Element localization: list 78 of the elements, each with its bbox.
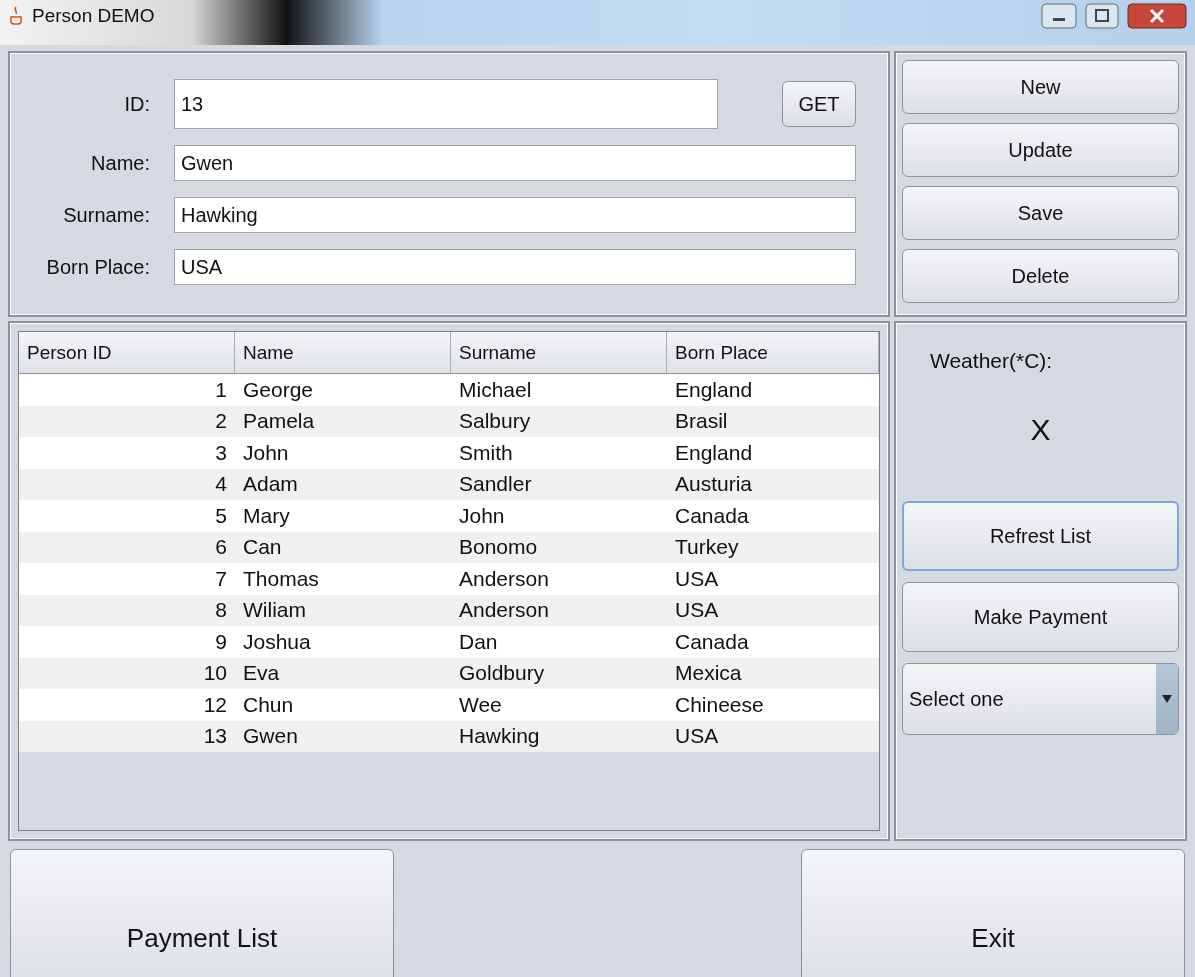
table-cell: Bonomo	[451, 531, 667, 563]
action-button[interactable]: New	[902, 60, 1179, 114]
table-cell: 6	[19, 531, 235, 563]
table-cell: 5	[19, 500, 235, 532]
table-cell: Can	[235, 531, 451, 563]
side-button[interactable]: Refrest List	[902, 501, 1179, 571]
table-cell: Mexica	[667, 657, 879, 689]
table-cell: Brasil	[667, 405, 879, 437]
minimize-icon[interactable]	[1041, 2, 1077, 29]
table-cell: 10	[19, 657, 235, 689]
table-cell: Mary	[235, 500, 451, 532]
table-cell: Austuria	[667, 468, 879, 500]
table-cell: Anderson	[451, 594, 667, 626]
weather-label: Weather(*C):	[930, 349, 1054, 373]
cup-icon	[8, 5, 24, 26]
field-label: Surname:	[62, 203, 150, 227]
table-cell: Adam	[235, 468, 451, 500]
table-cell: Hawking	[451, 720, 667, 752]
table-cell: England	[667, 374, 879, 406]
table-cell: 12	[19, 689, 235, 721]
action-button[interactable]: Update	[902, 123, 1179, 177]
select-dropdown[interactable]: Select one	[902, 663, 1179, 735]
maximize-icon[interactable]	[1085, 2, 1119, 29]
weather-value: X	[1030, 413, 1051, 447]
table-cell: 4	[19, 468, 235, 500]
get-button[interactable]: GET	[782, 81, 856, 127]
table-cell: Goldbury	[451, 657, 667, 689]
table-cell: Chineese	[667, 689, 879, 721]
table-cell: Anderson	[451, 563, 667, 595]
table-cell: 2	[19, 405, 235, 437]
table-cell: John	[235, 437, 451, 469]
table-cell: 1	[19, 374, 235, 406]
input-field[interactable]: 13	[174, 79, 718, 129]
field-label: ID:	[123, 92, 150, 116]
table-cell: Wiliam	[235, 594, 451, 626]
table-cell: Michael	[451, 374, 667, 406]
input-field[interactable]: Gwen	[174, 145, 856, 181]
action-button[interactable]: Delete	[902, 249, 1179, 303]
table-cell: 7	[19, 563, 235, 595]
action-button[interactable]: Save	[902, 186, 1179, 240]
table-cell: 8	[19, 594, 235, 626]
column-header[interactable]: Surname	[451, 332, 667, 374]
table-cell: Dan	[451, 626, 667, 658]
table-cell: Canada	[667, 500, 879, 532]
table-cell: Gwen	[235, 720, 451, 752]
table-cell: 13	[19, 720, 235, 752]
window-title: Person DEMO	[32, 4, 156, 27]
table-cell: Salbury	[451, 405, 667, 437]
field-label: Name:	[90, 151, 150, 175]
field-label: Born Place:	[45, 255, 150, 279]
payment-list-button[interactable]: Payment List	[10, 849, 394, 977]
table-cell: Chun	[235, 689, 451, 721]
table-cell: Wee	[451, 689, 667, 721]
close-icon[interactable]	[1127, 2, 1187, 29]
table-cell: England	[667, 437, 879, 469]
side-button[interactable]: Make Payment	[902, 582, 1179, 652]
table-cell: Sandler	[451, 468, 667, 500]
table-cell: John	[451, 500, 667, 532]
table-cell: Canada	[667, 626, 879, 658]
table-cell: Thomas	[235, 563, 451, 595]
column-header[interactable]: Name	[235, 332, 451, 374]
table-cell: Eva	[235, 657, 451, 689]
table-cell: Turkey	[667, 531, 879, 563]
table-cell: Pamela	[235, 405, 451, 437]
column-header[interactable]: Born Place	[667, 332, 879, 374]
table-cell: 3	[19, 437, 235, 469]
table-cell: Smith	[451, 437, 667, 469]
table-cell: USA	[667, 720, 879, 752]
column-header[interactable]: Person ID	[19, 332, 235, 374]
input-field[interactable]: Hawking	[174, 197, 856, 233]
caret-icon	[1162, 695, 1172, 703]
table-cell: Joshua	[235, 626, 451, 658]
table-cell: USA	[667, 594, 879, 626]
exit-button[interactable]: Exit	[801, 849, 1185, 977]
input-field[interactable]: USA	[174, 249, 856, 285]
table-cell: George	[235, 374, 451, 406]
table-cell: USA	[667, 563, 879, 595]
table-cell: 9	[19, 626, 235, 658]
